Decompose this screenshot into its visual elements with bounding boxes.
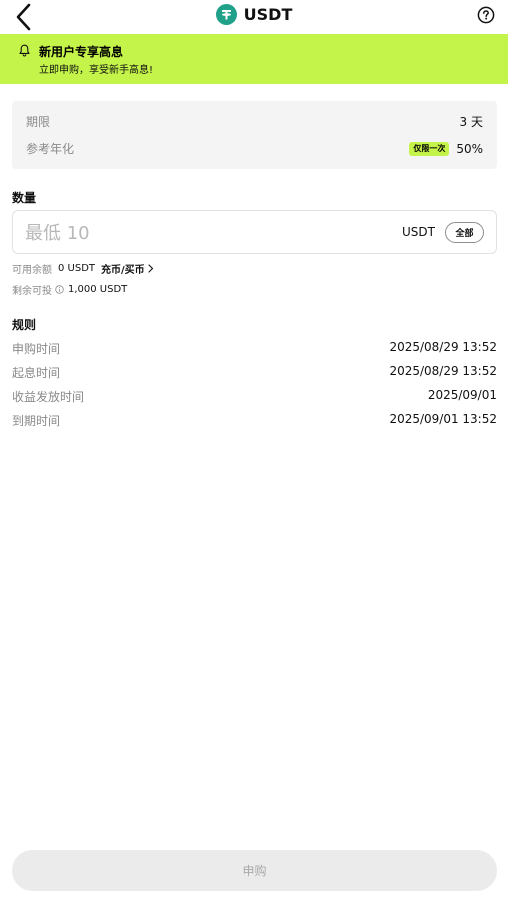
title-wrap: USDT <box>0 4 508 25</box>
apr-row: 参考年化 仅限一次 50% <box>26 140 483 157</box>
apr-value-wrap: 仅限一次 50% <box>409 141 483 156</box>
apr-label: 参考年化 <box>26 142 75 156</box>
deposit-link-label: 充币/买币 <box>101 265 145 276</box>
rule-label: 起息时间 <box>12 366 61 380</box>
rule-row: 起息时间 2025/08/29 13:52 <box>12 364 497 381</box>
help-button[interactable] <box>477 6 495 24</box>
bell-icon <box>19 44 30 57</box>
banner-title: 新用户专享高息 <box>39 45 124 59</box>
info-icon[interactable] <box>55 285 64 294</box>
rule-label: 收益发放时间 <box>12 390 85 404</box>
term-label: 期限 <box>26 115 51 129</box>
available-balance-row: 可用余额 0 USDT 充币/买币 <box>12 261 154 276</box>
product-info-card: 期限 3 天 参考年化 仅限一次 50% <box>12 101 497 169</box>
deposit-buy-link[interactable]: 充币/买币 <box>101 261 154 276</box>
amount-field[interactable]: USDT 全部 <box>12 210 497 254</box>
rule-row: 到期时间 2025/09/01 13:52 <box>12 412 497 429</box>
remaining-quota-row: 剩余可投 1,000 USDT <box>12 282 127 297</box>
rule-value: 2025/08/29 13:52 <box>389 340 497 354</box>
available-value: 0 USDT <box>58 263 96 274</box>
rule-label: 申购时间 <box>12 342 61 356</box>
max-amount-button[interactable]: 全部 <box>445 222 484 243</box>
rule-value: 2025/09/01 13:52 <box>389 412 497 426</box>
one-time-badge: 仅限一次 <box>409 141 450 156</box>
rule-label: 到期时间 <box>12 414 61 428</box>
term-value: 3 天 <box>459 115 483 129</box>
page-title: USDT <box>243 5 293 24</box>
remaining-label: 剩余可投 <box>12 286 52 297</box>
rule-value: 2025/09/01 <box>427 388 497 402</box>
tether-coin-icon <box>215 4 237 25</box>
banner-subtitle: 立即申购，享受新手高息! <box>39 65 154 76</box>
amount-input[interactable] <box>25 219 285 247</box>
rule-row: 收益发放时间 2025/09/01 <box>12 388 497 405</box>
chevron-right-icon <box>148 264 153 273</box>
amount-unit: USDT <box>402 225 435 239</box>
rules-title: 规则 <box>12 318 37 332</box>
amount-section-label: 数量 <box>12 191 37 205</box>
rule-row: 申购时间 2025/08/29 13:52 <box>12 340 497 357</box>
available-label: 可用余额 <box>12 265 52 276</box>
promo-banner[interactable]: 新用户专享高息 立即申购，享受新手高息! <box>0 34 508 84</box>
term-row: 期限 3 天 <box>26 113 483 130</box>
apr-value: 50% <box>456 141 483 156</box>
rule-value: 2025/08/29 13:52 <box>389 364 497 378</box>
remaining-value: 1,000 USDT <box>68 284 128 295</box>
subscribe-button[interactable]: 申购 <box>12 850 497 891</box>
header: USDT <box>0 0 508 34</box>
question-circle-icon <box>477 6 495 24</box>
